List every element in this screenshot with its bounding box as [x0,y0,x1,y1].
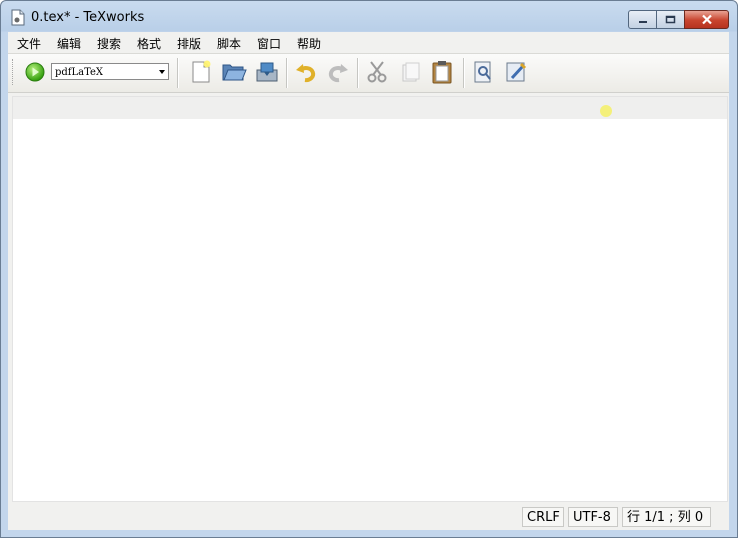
toolbar-separator [177,58,178,88]
cut-icon [367,61,387,83]
toolbar-separator [286,58,287,88]
menu-search[interactable]: 搜索 [97,35,121,52]
title-bar[interactable]: 0.tex* - TeXworks [1,1,737,32]
mouse-cursor-highlight [600,105,612,117]
undo-icon [296,64,316,83]
menu-edit[interactable]: 编辑 [57,35,81,52]
close-icon [701,14,712,25]
undo-button[interactable] [292,58,320,86]
redo-button[interactable] [324,58,352,86]
copy-button[interactable] [396,58,424,86]
paste-icon [432,61,452,84]
menu-file[interactable]: 文件 [17,35,41,52]
menu-bar: 文件 编辑 搜索 格式 排版 脚本 窗口 帮助 [8,32,729,52]
redo-icon [328,64,348,83]
line-ending-indicator[interactable]: CRLF [522,507,564,527]
close-button[interactable] [684,10,729,29]
save-icon [256,62,278,82]
menu-typeset[interactable]: 排版 [177,35,201,52]
minimize-icon [638,20,647,23]
typeset-button[interactable] [21,58,49,86]
toolbar-separator [357,58,358,88]
paste-button[interactable] [428,58,456,86]
new-document-icon [192,60,211,83]
cut-button[interactable] [363,58,391,86]
menu-help[interactable]: 帮助 [297,35,321,52]
chevron-down-icon [159,70,165,74]
settings-icon [506,62,527,82]
menu-format[interactable]: 格式 [137,35,161,52]
menu-window[interactable]: 窗口 [257,35,281,52]
preview-icon [474,61,491,83]
toolbar: pdfLaTeX [8,53,729,93]
typeset-engine-value: pdfLaTeX [55,67,104,78]
save-button[interactable] [253,58,281,86]
open-button[interactable] [220,58,248,86]
cursor-position: 行 1/1 ; 列 0 [622,507,711,527]
copy-icon [402,62,420,82]
status-bar: CRLF UTF-8 行 1/1 ; 列 0 [8,504,729,530]
maximize-button[interactable] [656,10,685,29]
document-icon [11,9,25,26]
window-controls [628,10,729,29]
toolbar-grip[interactable] [12,59,15,85]
texworks-window: 0.tex* - TeXworks 文件 编辑 搜索 格式 排版 脚本 窗口 帮… [0,0,738,538]
settings-button[interactable] [502,58,530,86]
menu-scripts[interactable]: 脚本 [217,35,241,52]
play-icon [25,62,45,82]
new-document-button[interactable] [187,58,215,86]
maximize-icon [665,15,676,24]
toolbar-separator [463,58,464,88]
folder-open-icon [222,64,247,81]
preview-button[interactable] [469,58,497,86]
window-title: 0.tex* - TeXworks [31,10,145,25]
current-line-highlight [13,97,727,119]
typeset-engine-select[interactable]: pdfLaTeX [51,63,169,80]
editor-area[interactable] [12,96,728,502]
client-area: 文件 编辑 搜索 格式 排版 脚本 窗口 帮助 pdfLaTeX CRLF UT… [8,32,729,530]
minimize-button[interactable] [628,10,657,29]
encoding-indicator[interactable]: UTF-8 [568,507,618,527]
